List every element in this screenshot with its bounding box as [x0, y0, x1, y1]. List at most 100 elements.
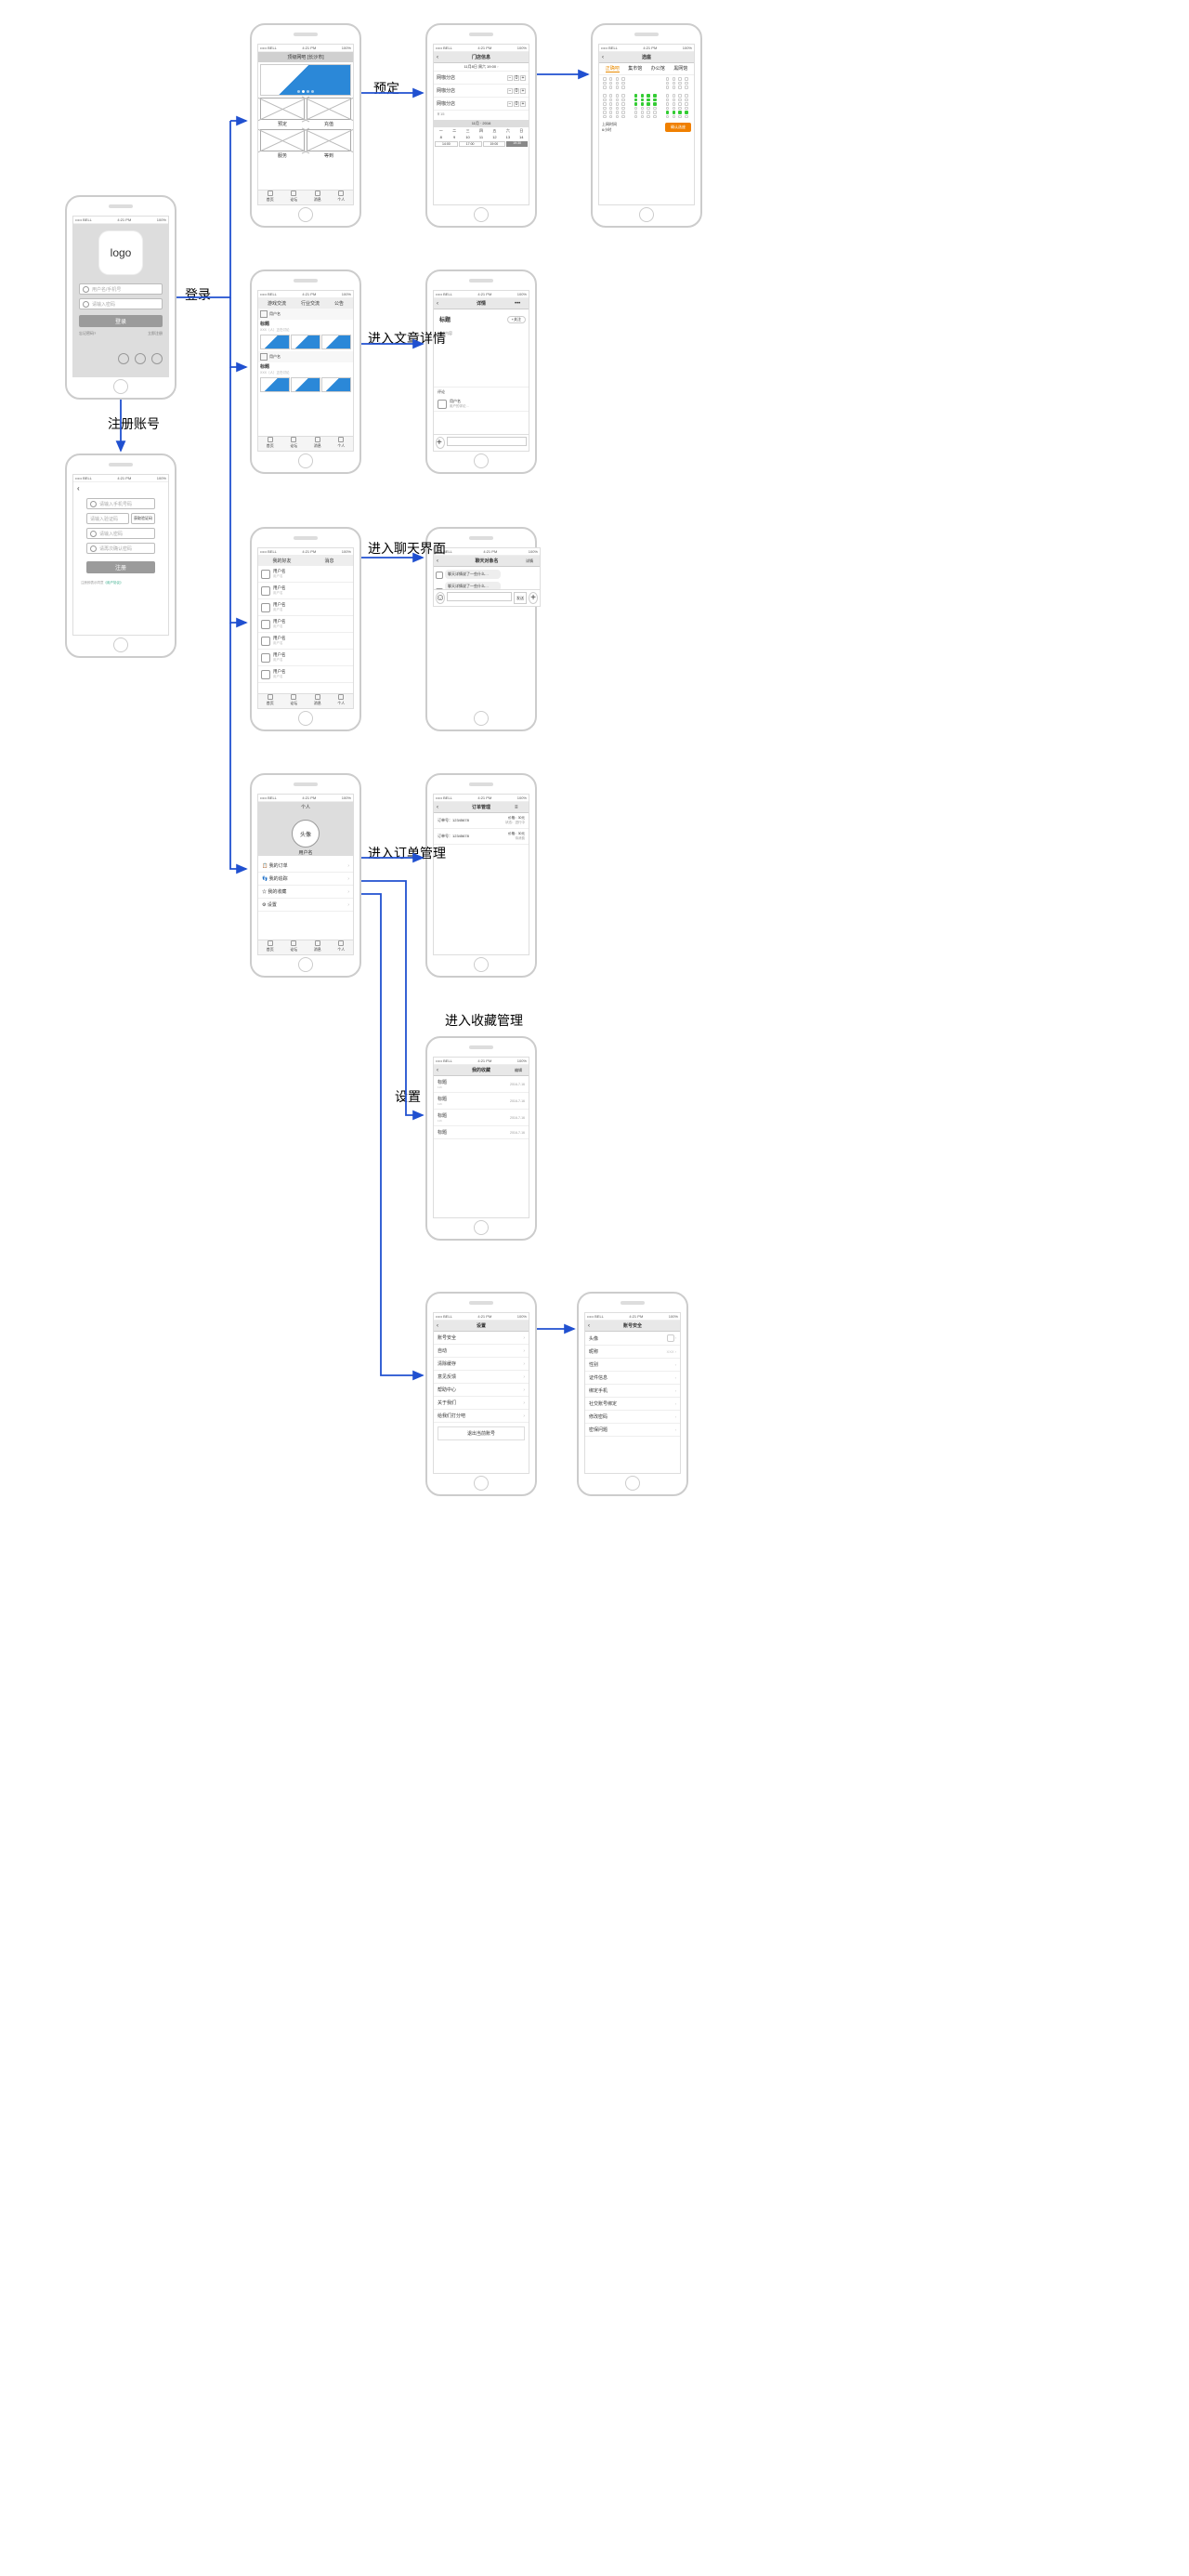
time-slot[interactable]: 14:00: [435, 141, 458, 147]
seat[interactable]: [666, 115, 670, 119]
minus-icon[interactable]: −: [507, 75, 513, 81]
seat[interactable]: [673, 77, 676, 81]
seat[interactable]: [673, 82, 676, 85]
seat[interactable]: [603, 94, 607, 98]
plus-icon[interactable]: +: [436, 437, 445, 449]
seat[interactable]: [641, 99, 645, 102]
seat[interactable]: [616, 99, 620, 102]
avatar[interactable]: 头像: [292, 820, 320, 848]
post-card[interactable]: 用户名 标题XXX（人）正在讨论: [258, 309, 353, 351]
security-item[interactable]: 社交账号绑定 ›: [585, 1398, 680, 1411]
message-row[interactable]: 用户名用户名: [258, 566, 353, 583]
profile-item-settings[interactable]: ⚙ 设置›: [258, 899, 353, 912]
seat[interactable]: [609, 102, 613, 106]
seat[interactable]: [666, 111, 670, 114]
seat[interactable]: [603, 115, 607, 119]
seat[interactable]: [634, 99, 638, 102]
tos-link[interactable]: 《用户协议》: [104, 581, 124, 585]
tab-profile[interactable]: 个人: [337, 191, 345, 203]
username-input[interactable]: 用户名/手机号: [79, 283, 163, 295]
fav-row[interactable]: 标题1162016-7-16: [434, 1110, 529, 1126]
seat[interactable]: [634, 111, 638, 114]
seat[interactable]: [653, 102, 657, 106]
seat[interactable]: [666, 107, 670, 111]
forgot-link[interactable]: 忘记密码?: [79, 331, 96, 336]
fav-row[interactable]: 标题1162016-7-16: [434, 1076, 529, 1093]
seat[interactable]: [647, 115, 650, 119]
seat[interactable]: [621, 85, 625, 89]
seat[interactable]: [609, 85, 613, 89]
weibo-icon[interactable]: [151, 353, 163, 364]
security-item[interactable]: 昵称XXX ›: [585, 1346, 680, 1359]
profile-item-tracking[interactable]: 👣 我的追踪›: [258, 873, 353, 886]
message-row[interactable]: 用户名用户名: [258, 583, 353, 599]
seat[interactable]: [647, 102, 650, 106]
settings-item[interactable]: 关于我们›: [434, 1397, 529, 1410]
seat[interactable]: [616, 82, 620, 85]
seat[interactable]: [634, 94, 638, 98]
tab-home[interactable]: 首页: [267, 191, 274, 203]
seat[interactable]: [678, 85, 682, 89]
seat[interactable]: [647, 111, 650, 114]
seat[interactable]: [685, 107, 688, 111]
seat[interactable]: [685, 82, 688, 85]
settings-item[interactable]: 帮助中心›: [434, 1384, 529, 1397]
back-button[interactable]: ‹: [437, 55, 448, 60]
code-input[interactable]: 请输入验证码: [86, 513, 129, 524]
shop-row[interactable]: 网咖分店−0+: [434, 72, 529, 85]
security-item[interactable]: 绑定手机 ›: [585, 1385, 680, 1398]
password-input[interactable]: 请输入密码: [79, 298, 163, 309]
seat[interactable]: [673, 85, 676, 89]
settings-item[interactable]: 清除缓存›: [434, 1358, 529, 1371]
seat[interactable]: [678, 107, 682, 111]
message-row[interactable]: 用户名用户名: [258, 650, 353, 666]
pwd-input[interactable]: 请输入密码: [86, 528, 155, 539]
seat[interactable]: [621, 77, 625, 81]
seat[interactable]: [641, 111, 645, 114]
seat[interactable]: [685, 99, 688, 102]
seat[interactable]: [653, 111, 657, 114]
seat[interactable]: [621, 94, 625, 98]
banner-image[interactable]: [260, 64, 351, 96]
plus-icon[interactable]: +: [529, 592, 538, 604]
settings-item[interactable]: 意见反馈›: [434, 1371, 529, 1384]
seat[interactable]: [616, 115, 620, 119]
seat[interactable]: [603, 82, 607, 85]
seat[interactable]: [616, 77, 620, 81]
shop-row[interactable]: 网咖分店−0+: [434, 98, 529, 111]
seat[interactable]: [641, 94, 645, 98]
seat[interactable]: [666, 99, 670, 102]
seat[interactable]: [621, 115, 625, 119]
tile-queue[interactable]: [307, 129, 351, 151]
seat[interactable]: [666, 85, 670, 89]
seat[interactable]: [678, 99, 682, 102]
register-button[interactable]: 注册: [86, 561, 155, 573]
seat[interactable]: [678, 102, 682, 106]
seat[interactable]: [666, 102, 670, 106]
seat[interactable]: [666, 94, 670, 98]
security-item[interactable]: 证件信息 ›: [585, 1372, 680, 1385]
profile-item-favorites[interactable]: ☆ 我的收藏›: [258, 886, 353, 899]
security-item[interactable]: 性别 ›: [585, 1359, 680, 1372]
seat[interactable]: [621, 82, 625, 85]
seat[interactable]: [647, 107, 650, 111]
seat[interactable]: [673, 115, 676, 119]
seat[interactable]: [678, 82, 682, 85]
pwd2-input[interactable]: 请再次确认密码: [86, 543, 155, 554]
fav-row[interactable]: 标题2016-7-16: [434, 1126, 529, 1139]
seat[interactable]: [634, 115, 638, 119]
login-button[interactable]: 登录: [79, 315, 163, 327]
follow-button[interactable]: +关注: [507, 316, 526, 323]
phone-input[interactable]: 请输入手机号码: [86, 498, 155, 509]
seat[interactable]: [685, 111, 688, 114]
seat[interactable]: [634, 102, 638, 106]
seat[interactable]: [603, 102, 607, 106]
voice-icon[interactable]: ☺: [436, 592, 445, 604]
seat[interactable]: [673, 94, 676, 98]
tile-recharge[interactable]: [307, 98, 351, 120]
seat[interactable]: [647, 99, 650, 102]
seat[interactable]: [609, 82, 613, 85]
seat[interactable]: [653, 115, 657, 119]
seat[interactable]: [678, 111, 682, 114]
seat[interactable]: [685, 102, 688, 106]
